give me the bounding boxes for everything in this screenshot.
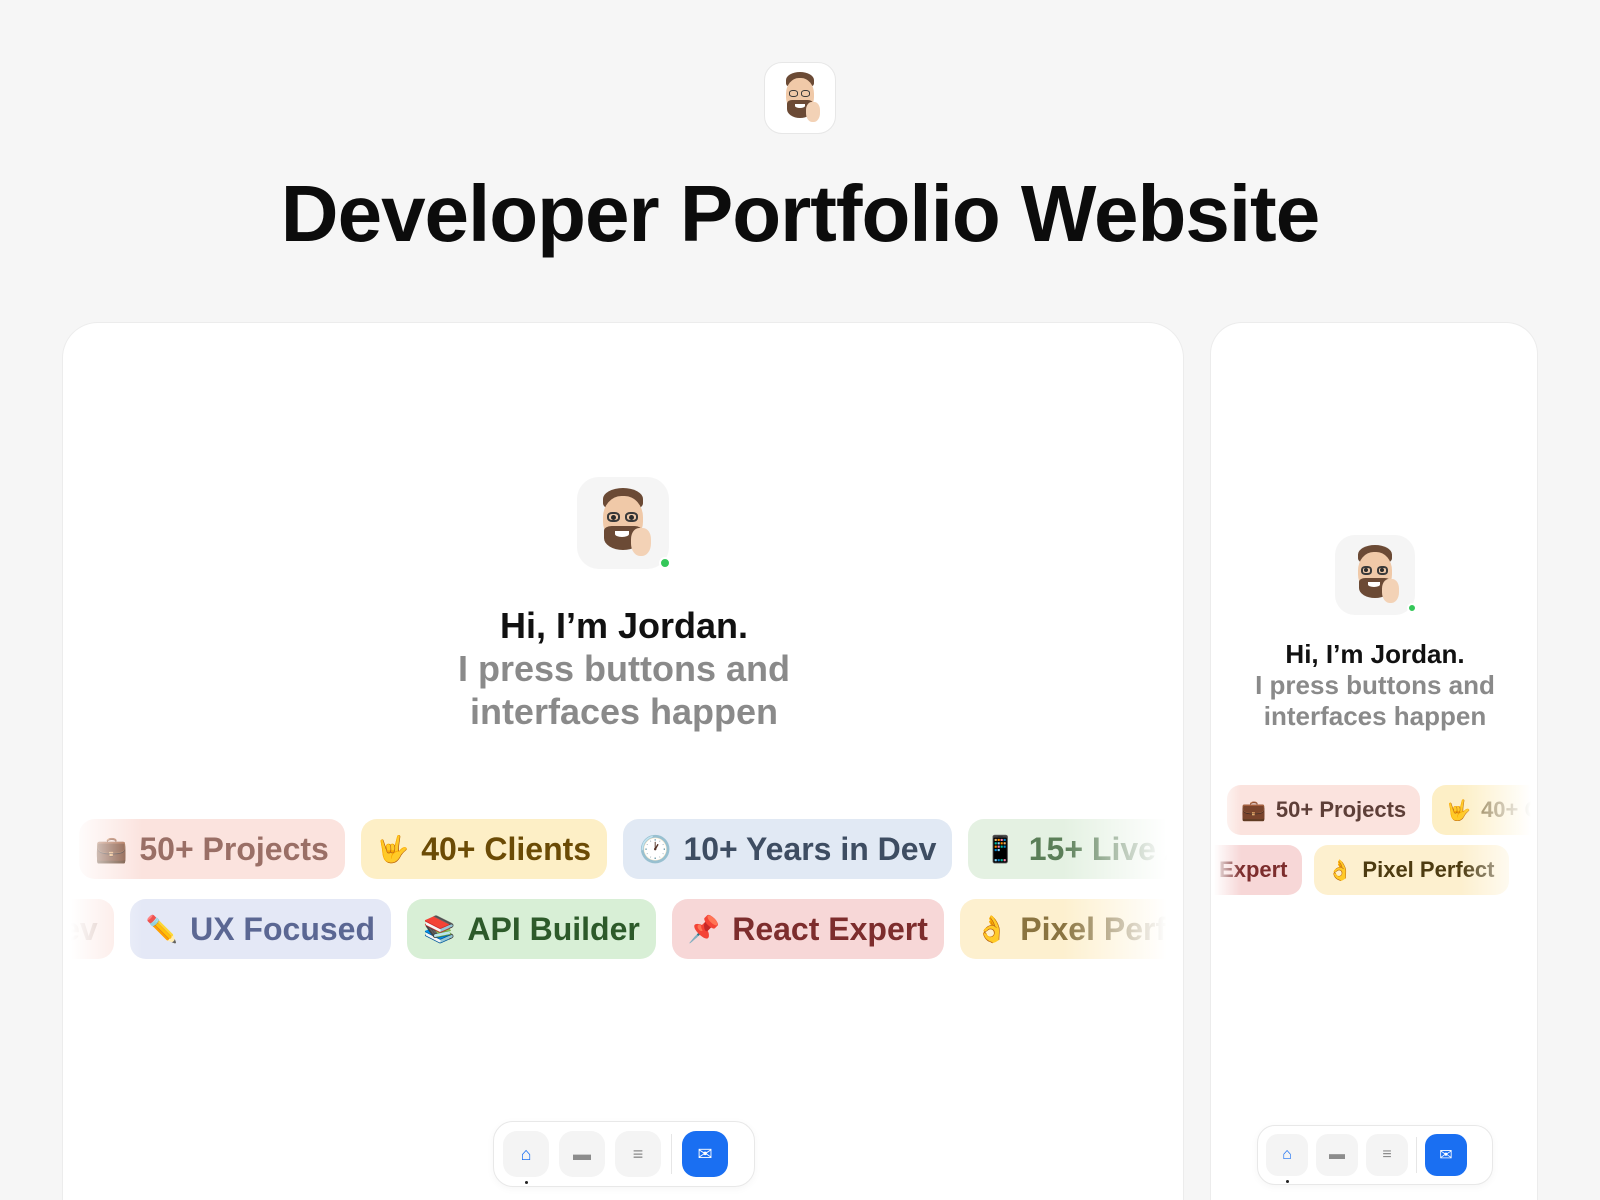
stat-chip: Dev [62, 899, 114, 959]
online-status-dot [1407, 603, 1417, 613]
desktop-preview-card: Hi, I’m Jordan. I press buttons and inte… [62, 322, 1184, 1200]
stat-chip: ✏️ UX Focused [129, 899, 391, 959]
document-icon: ≡ [632, 1143, 644, 1164]
folder-nav-button[interactable]: ▬ [559, 1131, 605, 1177]
document-icon: ≡ [1382, 1146, 1392, 1163]
dock-separator [671, 1134, 672, 1174]
stat-chip-label: React Expert [1211, 857, 1288, 882]
hero-tagline-line1: I press buttons and [1255, 670, 1495, 700]
folder-icon: ▬ [573, 1143, 591, 1164]
briefcase-icon: 💼 [95, 833, 128, 864]
stat-chip-label: Pixel Perfect [1020, 910, 1184, 947]
stat-chip: 📱 15+ Live Apps [968, 819, 1183, 879]
home-icon: ⌂ [1282, 1146, 1292, 1163]
site-logo-avatar [764, 62, 836, 134]
memoji-icon [593, 488, 653, 558]
home-nav-button[interactable]: ⌂ [1266, 1134, 1308, 1183]
stat-chip-label: React Expert [732, 910, 928, 947]
folder-icon: ▬ [1329, 1146, 1345, 1163]
books-icon: 📚 [423, 913, 456, 944]
briefcase-icon: 💼 [1241, 799, 1266, 822]
home-nav-button[interactable]: ⌂ [503, 1131, 549, 1184]
memoji-icon [778, 72, 822, 124]
stat-chip: 🤟 40+ Clients [1432, 785, 1537, 835]
mail-nav-button[interactable]: ✉ [1425, 1134, 1467, 1176]
hero-tagline-line1: I press buttons and [457, 648, 791, 689]
stat-chip: 👌 Pixel Perfect [1313, 845, 1509, 895]
stat-chip: 🕐 10+ Years in Dev [623, 819, 953, 879]
home-icon: ⌂ [520, 1143, 532, 1164]
phone-icon: 📱 [984, 833, 1017, 864]
hero-avatar [1335, 535, 1417, 615]
stat-chip-label: 40+ Clients [421, 830, 592, 867]
document-nav-button[interactable]: ≡ [615, 1131, 661, 1177]
page-title: Developer Portfolio Website [280, 169, 1320, 258]
hero-tagline-line2: interfaces happen [1263, 701, 1487, 731]
memoji-icon [1349, 545, 1401, 605]
stat-chip: 🤟 40+ Clients [360, 819, 608, 879]
stat-chip: 💼 50+ Projects [79, 819, 345, 879]
hero-tagline-line2: interfaces happen [469, 691, 779, 732]
rock-hand-icon: 🤟 [376, 833, 410, 864]
ok-hand-icon: 👌 [975, 913, 1009, 944]
hero-avatar [577, 477, 671, 569]
active-indicator-dot [1286, 1180, 1289, 1183]
mobile-preview-card: Hi, I’m Jordan. I press buttons and inte… [1210, 322, 1538, 1200]
stat-chip-label: Dev [62, 910, 98, 947]
active-indicator-dot [525, 1181, 528, 1184]
stat-chip: 💼 50+ Projects [1227, 785, 1421, 835]
stat-chip-label: 15+ Live Apps [1028, 830, 1183, 867]
mail-icon: ✉ [1439, 1147, 1453, 1164]
stat-chip: 👌 Pixel Perfect [959, 899, 1184, 959]
pencil-icon: ✏️ [145, 913, 179, 944]
ok-hand-icon: 👌 [1327, 859, 1353, 882]
rock-hand-icon: 🤟 [1446, 799, 1472, 822]
pin-icon: 📌 [687, 913, 721, 944]
dock-separator [1416, 1137, 1417, 1173]
stat-chip-label: Pixel Perfect [1362, 857, 1495, 882]
mail-icon: ✉ [697, 1143, 713, 1164]
stat-chip-label: 40+ Clients [1481, 797, 1537, 822]
hero-greeting: Hi, I’m Jordan. [1285, 639, 1465, 669]
mail-nav-button[interactable]: ✉ [682, 1131, 728, 1177]
stat-chip: React Expert [1211, 845, 1302, 895]
stat-chip: 📌 React Expert [671, 899, 944, 959]
stat-chip-label: 50+ Projects [139, 830, 329, 867]
stat-chip-label: 10+ Years in Dev [683, 830, 937, 867]
stats-row-1: 💼 50+ Projects 🤟 40+ Clients 🕐 10+ Years in D… [79, 819, 1183, 879]
skills-row-2: Dev ✏️ UX Focused 📚 API Builder 📌 React Expert… [62, 899, 1184, 959]
stat-chip-label: 50+ Projects [1275, 797, 1407, 822]
bottom-nav-dock: ⌂ ▬ ≡ ✉ [493, 1121, 755, 1187]
document-nav-button[interactable]: ≡ [1366, 1134, 1408, 1176]
bottom-nav-dock: ⌂ ▬ ≡ ✉ [1257, 1125, 1493, 1185]
online-status-dot [659, 557, 671, 569]
hero-greeting: Hi, I’m Jordan. [499, 605, 749, 646]
clock-icon: 🕐 [639, 833, 672, 864]
stat-chip-label: UX Focused [190, 910, 375, 947]
folder-nav-button[interactable]: ▬ [1316, 1134, 1358, 1176]
stats-row-1: 💼 50+ Projects 🤟 40+ Clients [1227, 785, 1537, 835]
skills-row-2: React Expert 👌 Pixel Perfect [1211, 845, 1509, 895]
stat-chip-label: API Builder [467, 910, 640, 947]
stat-chip: 📚 API Builder [407, 899, 656, 959]
